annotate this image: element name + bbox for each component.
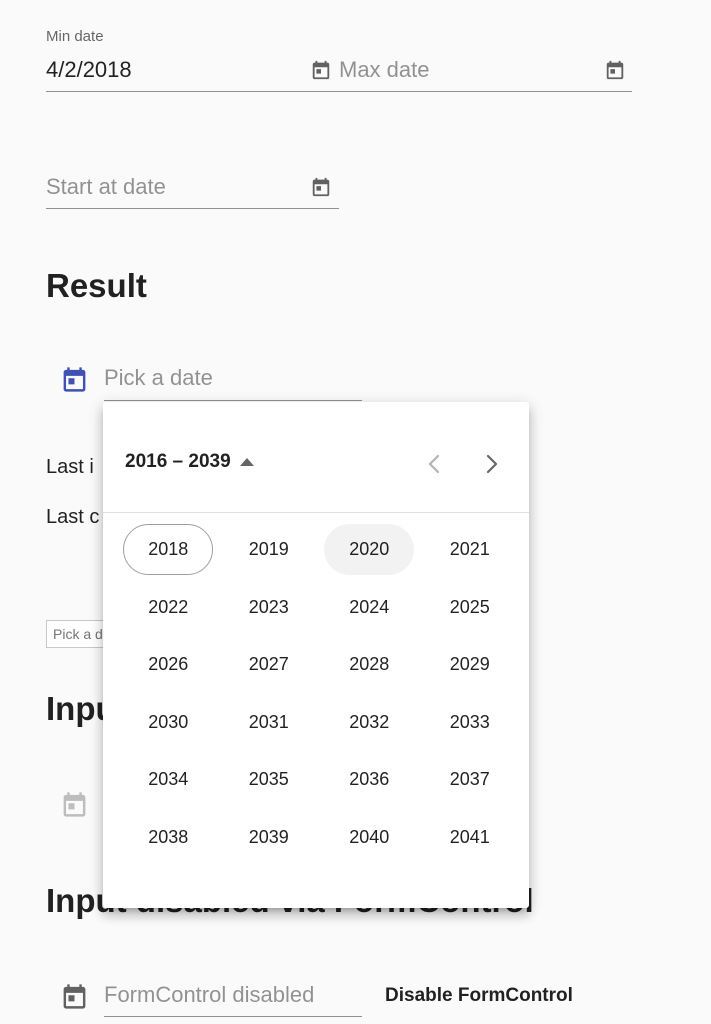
last-input-text: Last i: [46, 456, 94, 478]
year-label: 2035: [248, 769, 289, 789]
year-label: 2031: [248, 711, 289, 732]
year-label: 2020: [324, 524, 415, 575]
year-cell[interactable]: 2041: [420, 812, 521, 870]
max-date-input[interactable]: Max date: [339, 57, 430, 83]
year-cell[interactable]: 2035: [219, 754, 320, 812]
year-cell[interactable]: 2020: [319, 524, 420, 582]
year-label: 2036: [349, 769, 390, 789]
start-at-underline: [46, 208, 339, 209]
calendar-popup: 2016 – 2039 2018 2019 2020 2021 2022 2023 2024…: [103, 402, 529, 908]
year-label: 2034: [148, 769, 189, 789]
year-label: 2041: [449, 826, 490, 847]
year-cell[interactable]: 2033: [420, 697, 521, 755]
year-label: 2032: [349, 711, 390, 732]
caret-up-icon: [239, 458, 254, 466]
calendar-icon[interactable]: [310, 59, 332, 81]
year-cell[interactable]: 2031: [219, 697, 320, 755]
formcontrol-disabled-input[interactable]: FormControl disabled: [104, 982, 314, 1008]
year-cell[interactable]: 2028: [319, 639, 420, 697]
year-cell[interactable]: 2018: [118, 524, 219, 582]
year-label: 2022: [148, 596, 189, 617]
min-date-label: Min date: [46, 28, 104, 45]
year-label: 2029: [449, 654, 490, 674]
year-label: 2040: [349, 826, 390, 847]
chevron-left-icon: [428, 454, 440, 474]
year-cell[interactable]: 2034: [118, 754, 219, 812]
year-label: 2033: [449, 711, 490, 732]
next-button[interactable]: [474, 446, 510, 482]
period-label: 2016 – 2039: [125, 451, 231, 472]
last-change-text: Last c: [46, 506, 100, 528]
year-label: 2024: [349, 596, 390, 617]
previous-button[interactable]: [416, 446, 452, 482]
year-cell[interactable]: 2019: [219, 524, 320, 582]
calendar-icon[interactable]: [60, 365, 89, 394]
year-cell[interactable]: 2040: [319, 812, 420, 870]
min-max-underline: [46, 91, 632, 92]
calendar-icon[interactable]: [604, 59, 626, 81]
calendar-header: 2016 – 2039: [103, 402, 529, 513]
year-grid: 2018 2019 2020 2021 2022 2023 2024 2025 2026 2027…: [118, 524, 520, 869]
year-cell[interactable]: 2026: [118, 639, 219, 697]
year-label: 2026: [148, 654, 189, 674]
year-cell[interactable]: 2022: [118, 582, 219, 640]
year-label: 2021: [449, 539, 490, 559]
period-button[interactable]: 2016 – 2039: [125, 446, 255, 478]
year-label: 2027: [248, 654, 289, 674]
year-label: 2038: [148, 826, 189, 847]
start-at-date-input[interactable]: Start at date: [46, 174, 166, 200]
year-label: 2030: [148, 711, 189, 732]
calendar-icon[interactable]: [60, 982, 89, 1011]
year-cell[interactable]: 2021: [420, 524, 521, 582]
year-cell[interactable]: 2024: [319, 582, 420, 640]
year-label: 2039: [248, 826, 289, 847]
year-cell[interactable]: 2036: [319, 754, 420, 812]
year-cell[interactable]: 2025: [420, 582, 521, 640]
year-cell[interactable]: 2038: [118, 812, 219, 870]
year-cell[interactable]: 2039: [219, 812, 320, 870]
year-cell[interactable]: 2027: [219, 639, 320, 697]
year-label: 2028: [349, 654, 390, 674]
result-picker-underline: [104, 400, 362, 401]
calendar-icon: [63, 792, 86, 817]
formcontrol-underline: [104, 1016, 362, 1017]
min-date-input[interactable]: 4/2/2018: [46, 57, 132, 83]
year-label: 2018: [123, 524, 214, 575]
year-cell[interactable]: 2037: [420, 754, 521, 812]
calendar-icon[interactable]: [310, 176, 332, 198]
year-label: 2023: [248, 596, 289, 617]
year-cell[interactable]: 2032: [319, 697, 420, 755]
chevron-right-icon: [486, 454, 498, 474]
result-picker-input[interactable]: Pick a date: [104, 365, 213, 391]
year-label: 2025: [449, 596, 490, 617]
year-cell[interactable]: 2029: [420, 639, 521, 697]
year-label: 2019: [248, 539, 289, 559]
year-cell[interactable]: 2023: [219, 582, 320, 640]
result-heading: Result: [46, 267, 147, 304]
disable-formcontrol-button[interactable]: Disable FormControl: [373, 976, 585, 1016]
year-cell[interactable]: 2030: [118, 697, 219, 755]
year-label: 2037: [449, 769, 490, 789]
